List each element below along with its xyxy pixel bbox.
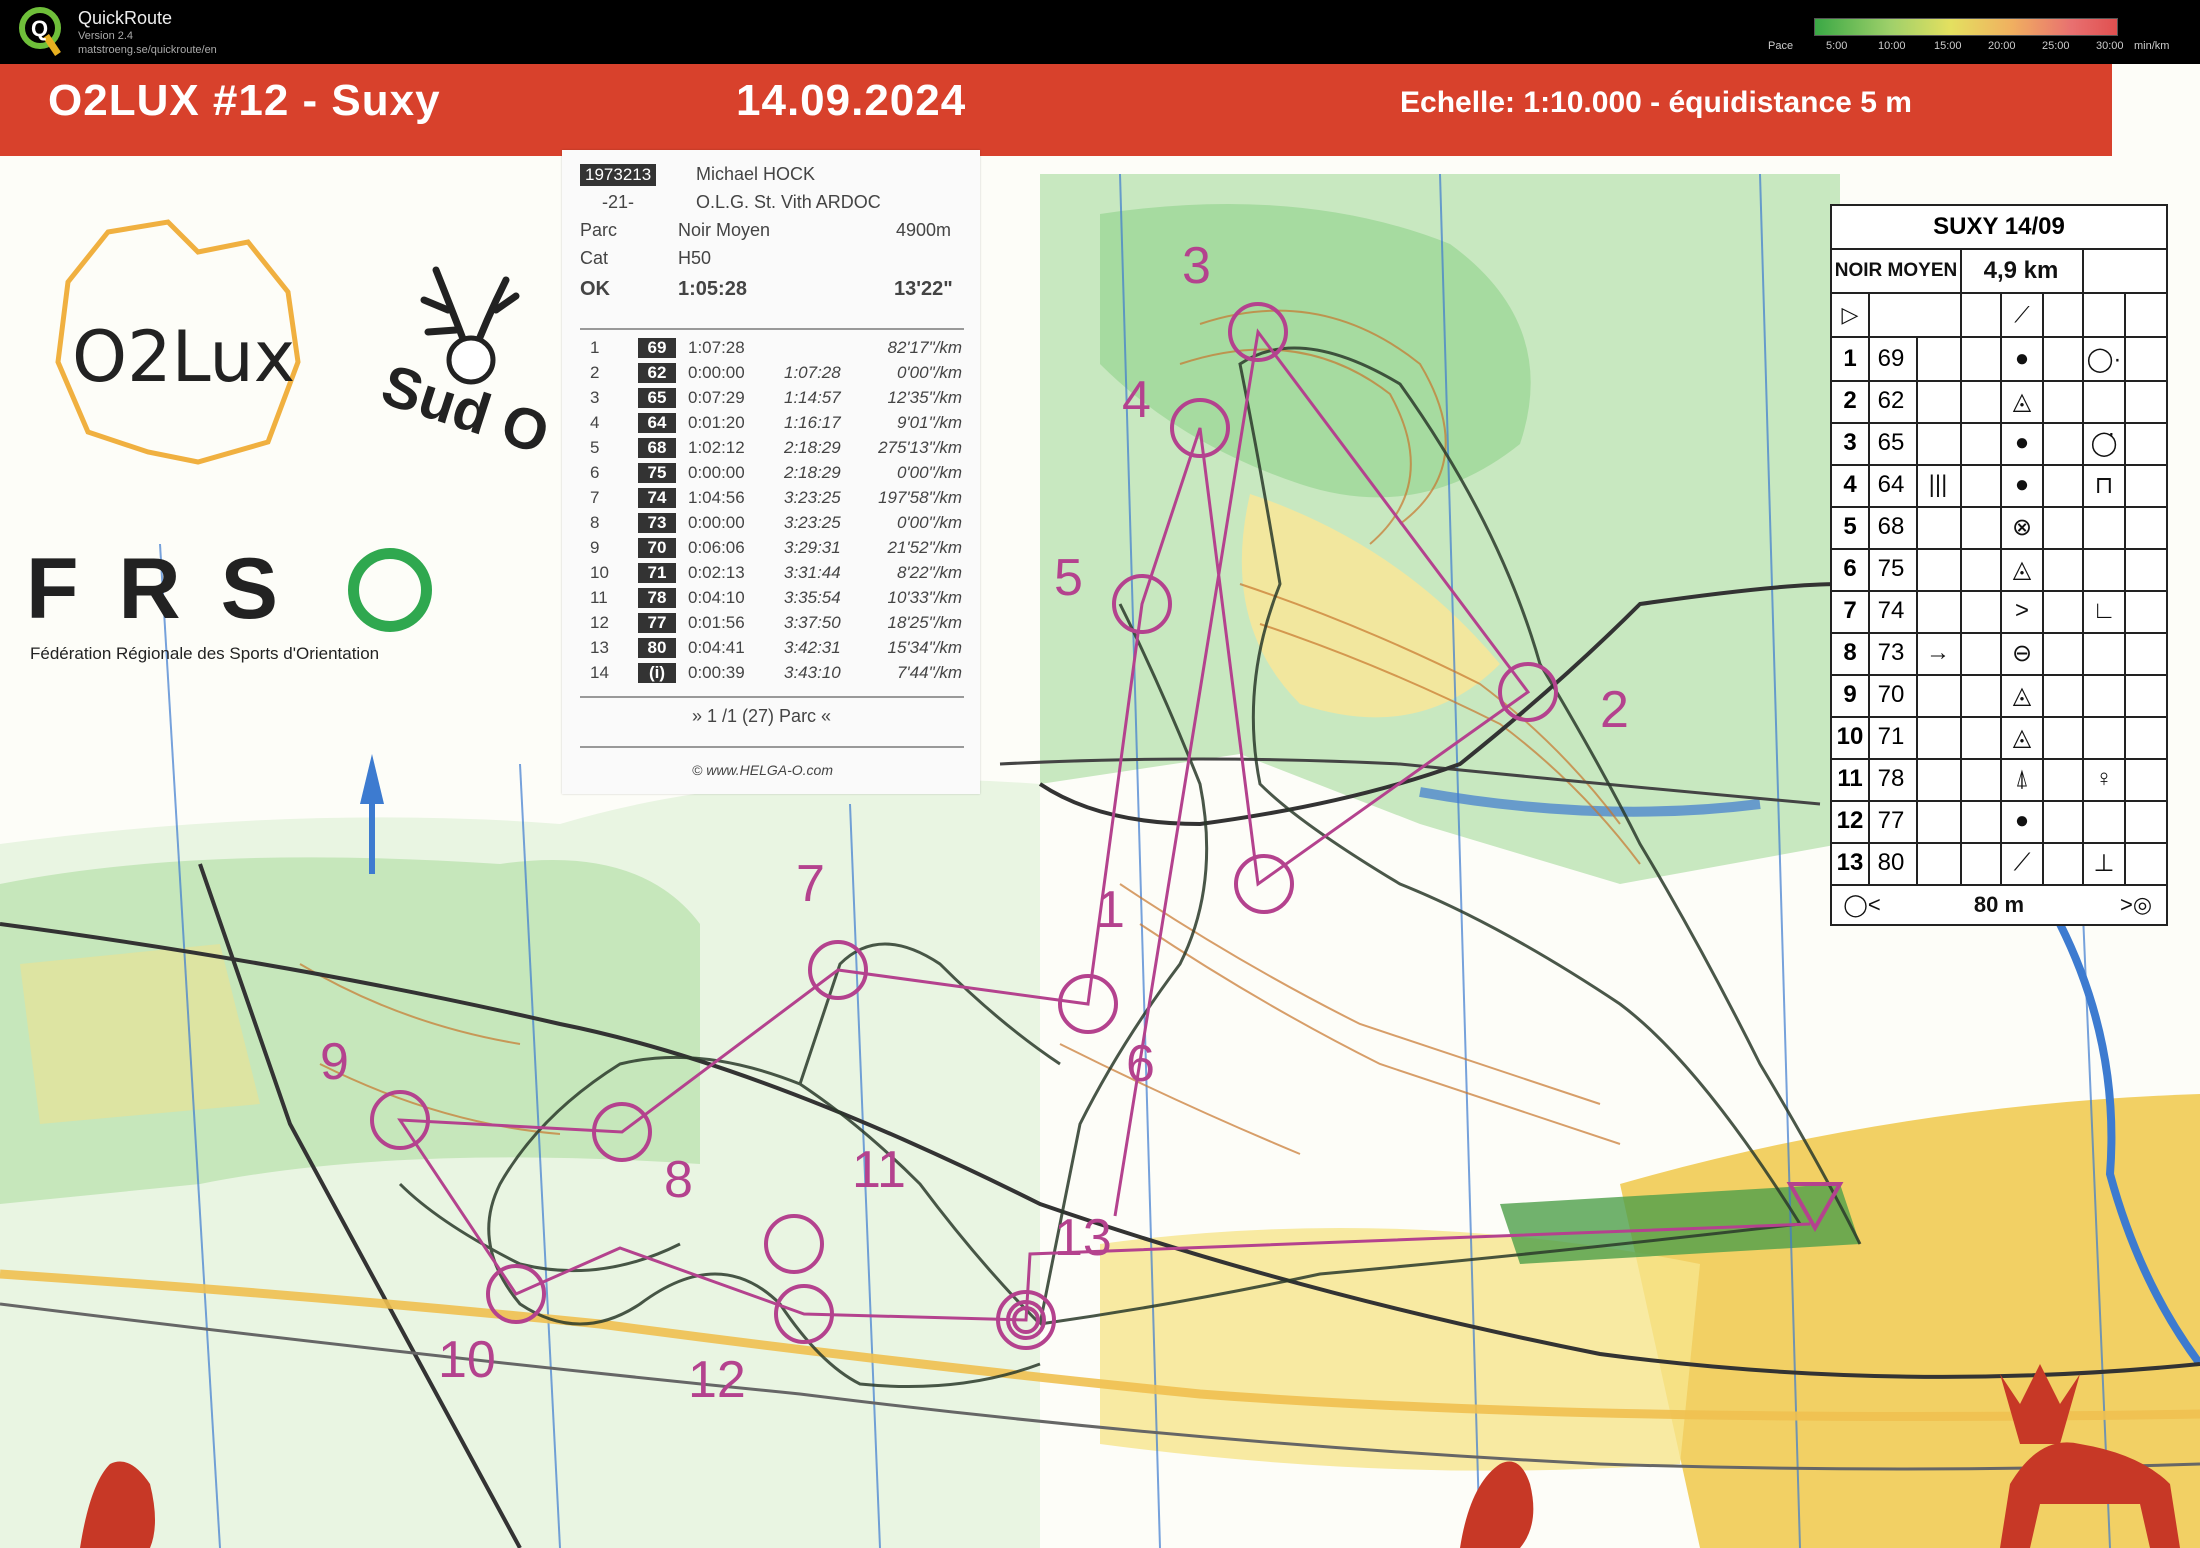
control-number-12[interactable]: 12 bbox=[688, 1350, 746, 1410]
finish-distance: 80 m bbox=[1973, 892, 2025, 917]
pace-tick: 15:00 bbox=[1934, 40, 1962, 52]
description-row: 1 69 ● ◯· bbox=[1843, 345, 2122, 373]
description-title: SUXY 14/09 bbox=[1933, 213, 2065, 240]
category-value: H50 bbox=[678, 248, 712, 268]
split-row: 7 74 1:04:56 3:23:25 197'58"/km bbox=[590, 488, 962, 508]
start-triangle-icon: ▷ bbox=[1841, 302, 1859, 327]
total-time: 1:05:28 bbox=[678, 278, 747, 300]
control-number-3[interactable]: 3 bbox=[1182, 236, 1211, 296]
pace-legend-label: Pace bbox=[1768, 40, 1794, 52]
description-row: 12 77 ● bbox=[1836, 807, 2030, 834]
split-row: 1 69 1:07:28 82'17"/km bbox=[590, 338, 962, 358]
split-row: 14 (i) 0:00:39 3:43:10 7'44"/km bbox=[590, 663, 962, 683]
finish-start-icon: ◯< bbox=[1843, 892, 1881, 917]
description-row: 5 68 ⊗ bbox=[1843, 513, 2033, 541]
grid-line bbox=[1832, 292, 2166, 294]
split-row: 6 75 0:00:00 2:18:29 0'00"/km bbox=[590, 463, 962, 483]
split-row: 5 68 1:02:12 2:18:29 275'13"/km bbox=[590, 438, 962, 458]
description-row: 9 70 ◬ bbox=[1843, 681, 2032, 709]
split-row: 9 70 0:06:06 3:29:31 21'52"/km bbox=[590, 538, 962, 558]
description-row: 3 65 ● ◯̇ bbox=[1843, 429, 2118, 457]
control-number-9[interactable]: 9 bbox=[320, 1032, 349, 1092]
split-row: 10 71 0:02:13 3:31:44 8'22"/km bbox=[590, 563, 962, 583]
map-event-date: 14.09.2024 bbox=[736, 76, 967, 125]
grid-line bbox=[2082, 248, 2084, 884]
split-row: 12 77 0:01:56 3:37:50 18'25"/km bbox=[590, 613, 962, 633]
map-scale: Echelle: 1:10.000 - équidistance 5 m bbox=[1400, 86, 1912, 119]
pace-unit: min/km bbox=[2134, 40, 2170, 52]
control-number-2[interactable]: 2 bbox=[1600, 680, 1629, 740]
frso-logo-letters: FRS bbox=[26, 541, 318, 637]
parc-value: Noir Moyen bbox=[678, 220, 771, 240]
club-name: O.L.G. St. Vith ARDOC bbox=[696, 192, 881, 212]
pace-tick: 20:00 bbox=[1988, 40, 2016, 52]
control-description-sheet: SUXY 14/09 NOIR MOYEN 4,9 km ▷ ⟋ 1 69 ● ◯· … bbox=[1830, 204, 2168, 926]
pace-tick: 5:00 bbox=[1826, 40, 1848, 52]
frso-compass-icon bbox=[348, 548, 432, 632]
runner-id: 1973213 bbox=[580, 164, 657, 186]
grid-line bbox=[2042, 292, 2044, 884]
description-row: 8 73 → ⊖ bbox=[1843, 639, 2033, 667]
category-label: Cat bbox=[580, 248, 609, 268]
description-row: 11 78 ⍋ ♀ bbox=[1837, 765, 2113, 792]
runner-name: Michael HOCK bbox=[696, 164, 816, 184]
grid-line bbox=[2000, 292, 2002, 884]
divider bbox=[580, 746, 964, 748]
split-row: 13 80 0:04:41 3:42:31 15'34"/km bbox=[590, 638, 962, 658]
pace-gradient-bar bbox=[1814, 18, 2118, 36]
control-number-6[interactable]: 6 bbox=[1126, 1034, 1155, 1094]
app-title: QuickRoute bbox=[78, 8, 173, 28]
ranking-line: » 1 /1 (27) Parc « bbox=[692, 706, 832, 726]
quickroute-q-icon: Q bbox=[19, 7, 61, 56]
pace-tick: 10:00 bbox=[1878, 40, 1906, 52]
split-row: 2 62 0:00:00 1:07:28 0'00"/km bbox=[590, 363, 962, 383]
split-row: 11 78 0:04:10 3:35:54 10'33"/km bbox=[590, 588, 962, 608]
result-status: OK bbox=[580, 278, 610, 300]
split-times-ticket: 1973213 Michael HOCK -21- O.L.G. St. Vit… bbox=[562, 150, 980, 794]
app-url[interactable]: matstroeng.se/quickroute/en bbox=[78, 44, 217, 56]
start-feature-icon: ⟋ bbox=[2014, 302, 2030, 327]
description-row: 2 62 ◬ bbox=[1843, 387, 2032, 415]
control-number-11[interactable]: 11 bbox=[852, 1140, 906, 1200]
description-row: 10 71 ◬ bbox=[1836, 723, 2032, 751]
map-event-title: O2LUX #12 - Suxy bbox=[48, 76, 441, 125]
parc-label: Parc bbox=[580, 220, 618, 240]
control-number-5[interactable]: 5 bbox=[1054, 548, 1083, 608]
divider bbox=[580, 696, 964, 698]
course-length: 4,9 km bbox=[1983, 257, 2059, 284]
control-number-10[interactable]: 10 bbox=[438, 1330, 496, 1390]
grid-line bbox=[2124, 292, 2126, 884]
course-distance: 4900m bbox=[896, 220, 952, 240]
svg-text:Q: Q bbox=[31, 16, 48, 41]
description-row: 13 80 ⟋ ⊥ bbox=[1836, 849, 2115, 877]
grid-line bbox=[1868, 292, 1870, 884]
finish-circle-icon: >◎ bbox=[2119, 892, 2153, 917]
average-pace: 13'22" bbox=[894, 278, 953, 300]
divider bbox=[580, 328, 964, 330]
grid-line bbox=[1960, 248, 1962, 884]
control-number-4[interactable]: 4 bbox=[1122, 370, 1151, 430]
description-row: 6 75 ◬ bbox=[1843, 555, 2032, 583]
description-row: 7 74 > ∟ bbox=[1843, 597, 2116, 624]
description-row: 4 64 ||| ● ⊓ bbox=[1843, 471, 2114, 499]
control-number-7[interactable]: 7 bbox=[796, 854, 825, 914]
control-number-8[interactable]: 8 bbox=[664, 1150, 693, 1210]
quickroute-titlebar: Q QuickRoute Version 2.4 matstroeng.se/q… bbox=[0, 0, 2200, 64]
pace-tick: 25:00 bbox=[2042, 40, 2070, 52]
o2lux-logo-text: O2Lux bbox=[72, 316, 296, 398]
ticket-footer: © www.HELGA-O.com bbox=[692, 762, 834, 778]
app-version: Version 2.4 bbox=[78, 30, 134, 42]
control-number-13[interactable]: 13 bbox=[1054, 1208, 1112, 1268]
grid-line bbox=[1916, 336, 1918, 884]
pace-tick: 30:00 bbox=[2096, 40, 2124, 52]
split-row: 8 73 0:00:00 3:23:25 0'00"/km bbox=[590, 513, 962, 533]
split-row: 4 64 0:01:20 1:16:17 9'01"/km bbox=[590, 413, 962, 433]
course-name: NOIR MOYEN bbox=[1834, 260, 1958, 281]
split-row: 3 65 0:07:29 1:14:57 12'35"/km bbox=[590, 388, 962, 408]
frso-full-name: Fédération Régionale des Sports d'Orient… bbox=[30, 644, 380, 663]
club-number: -21- bbox=[602, 192, 635, 212]
control-number-1[interactable]: 1 bbox=[1096, 880, 1125, 940]
